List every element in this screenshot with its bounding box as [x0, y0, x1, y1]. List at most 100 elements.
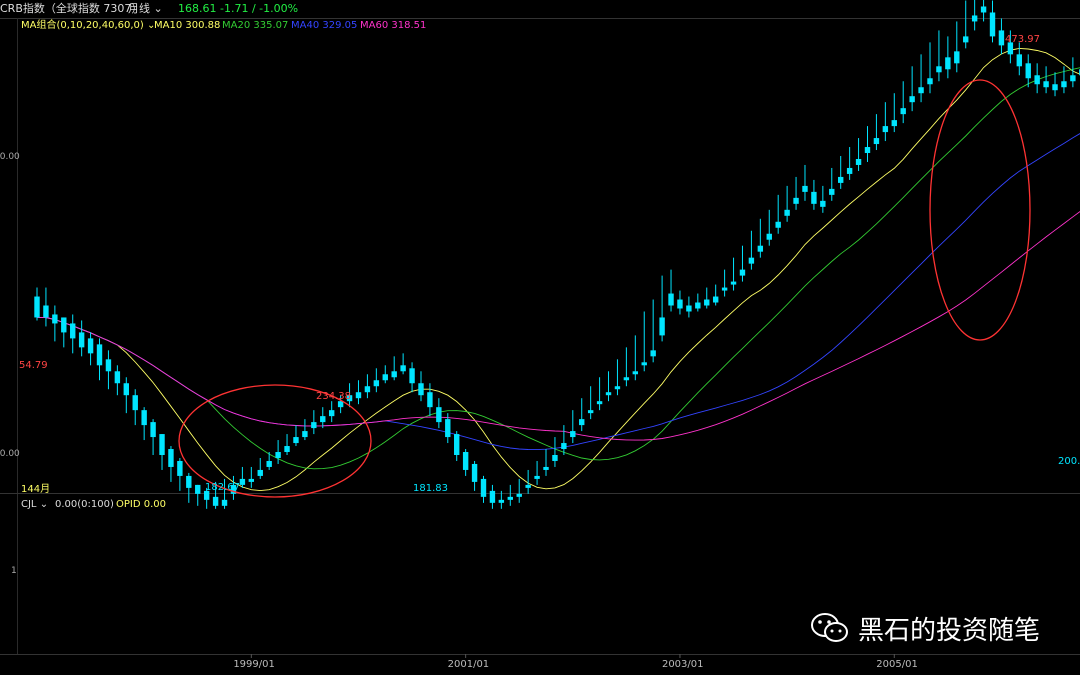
candle-down[interactable] — [445, 419, 451, 438]
candle-down[interactable] — [1025, 63, 1031, 79]
candle-down[interactable] — [1016, 54, 1022, 67]
candle-down[interactable] — [436, 407, 442, 423]
candle-down[interactable] — [561, 443, 567, 450]
candle-down[interactable] — [945, 57, 951, 70]
candle-down[interactable] — [266, 460, 272, 467]
candle-down[interactable] — [712, 296, 719, 303]
candle-down[interactable] — [123, 383, 129, 396]
candle-down[interactable] — [838, 176, 844, 183]
candle-down[interactable] — [775, 221, 781, 228]
candle-down[interactable] — [802, 185, 808, 192]
candle-down[interactable] — [543, 466, 549, 470]
candle-down[interactable] — [659, 317, 665, 336]
candle-down[interactable] — [382, 374, 388, 381]
candle-down[interactable] — [284, 446, 290, 453]
candle-down[interactable] — [96, 344, 103, 366]
candle-down[interactable] — [909, 96, 915, 103]
candle-down[interactable] — [605, 392, 612, 396]
candle-down[interactable] — [695, 302, 701, 309]
candle-down[interactable] — [766, 233, 772, 240]
candle-down[interactable] — [239, 478, 246, 485]
candle-down[interactable] — [534, 475, 540, 479]
candle-down[interactable] — [364, 386, 371, 393]
candle-down[interactable] — [784, 209, 790, 216]
candle-down[interactable] — [882, 126, 889, 133]
candle-down[interactable] — [739, 269, 746, 276]
candle-down[interactable] — [820, 200, 826, 207]
candle-down[interactable] — [427, 392, 433, 408]
candle-down[interactable] — [793, 197, 799, 204]
candle-down[interactable] — [668, 293, 674, 306]
candle-down[interactable] — [570, 431, 576, 438]
candle-down[interactable] — [257, 469, 263, 476]
candle-down[interactable] — [936, 66, 942, 73]
candle-down[interactable] — [596, 401, 603, 405]
candle-down[interactable] — [686, 305, 692, 312]
candle-down[interactable] — [87, 338, 94, 354]
candle-down[interactable] — [1061, 81, 1067, 88]
candle-down[interactable] — [114, 371, 121, 384]
candle-down[interactable] — [704, 299, 710, 306]
candle-down[interactable] — [971, 15, 978, 22]
candle-down[interactable] — [150, 422, 156, 438]
candle-down[interactable] — [418, 383, 424, 396]
candle-down[interactable] — [721, 287, 728, 291]
candle-down[interactable] — [293, 437, 299, 444]
candle-down[interactable] — [177, 460, 183, 476]
candle-down[interactable] — [614, 386, 621, 390]
candle-down[interactable] — [391, 371, 397, 378]
candle-down[interactable] — [52, 314, 58, 324]
candle-down[interactable] — [730, 281, 737, 285]
candle-down[interactable] — [954, 51, 960, 64]
candle-down[interactable] — [1034, 75, 1040, 85]
candle-down[interactable] — [105, 359, 112, 372]
candle-down[interactable] — [328, 410, 335, 417]
candle-down[interactable] — [302, 431, 308, 438]
candle-down[interactable] — [632, 371, 639, 375]
candle-down[interactable] — [873, 138, 880, 145]
candle-down[interactable] — [891, 120, 897, 127]
candle-down[interactable] — [400, 365, 406, 372]
candle-down[interactable] — [320, 416, 326, 423]
candle-down[interactable] — [409, 368, 415, 384]
candle-down[interactable] — [168, 449, 174, 467]
candle-down[interactable] — [623, 377, 630, 381]
candle-down[interactable] — [927, 78, 933, 85]
candle-down[interactable] — [195, 484, 201, 494]
candle-down[interactable] — [141, 410, 147, 426]
candle-down[interactable] — [1070, 75, 1076, 82]
candle-down[interactable] — [846, 167, 853, 174]
candle-down[interactable] — [70, 323, 76, 339]
candle-down[interactable] — [641, 362, 647, 366]
candle-down[interactable] — [579, 419, 585, 426]
candle-down[interactable] — [1043, 81, 1049, 88]
candle-down[interactable] — [311, 422, 317, 429]
candle-down[interactable] — [748, 257, 755, 264]
candle-down[interactable] — [275, 452, 281, 458]
candle-down[interactable] — [963, 36, 969, 43]
candle-down[interactable] — [811, 191, 817, 204]
candle-down[interactable] — [480, 478, 487, 497]
candle-down[interactable] — [355, 392, 362, 399]
candle-down[interactable] — [829, 188, 835, 195]
candle-down[interactable] — [186, 475, 192, 488]
indicator-select[interactable]: CJL ⌄ — [21, 497, 48, 513]
candle-down[interactable] — [248, 478, 255, 482]
candle-down[interactable] — [525, 484, 531, 488]
candle-down[interactable] — [552, 455, 558, 461]
candle-down[interactable] — [918, 87, 924, 94]
candle-down[interactable] — [855, 158, 862, 165]
candle-down[interactable] — [900, 108, 906, 115]
candle-down[interactable] — [587, 410, 594, 414]
candle-down[interactable] — [61, 317, 67, 333]
candle-down[interactable] — [864, 147, 871, 154]
candle-down[interactable] — [677, 299, 683, 309]
candle-down[interactable] — [337, 401, 344, 408]
candle-down[interactable] — [78, 332, 85, 348]
candle-down[interactable] — [454, 434, 460, 455]
candle-down[interactable] — [980, 6, 987, 13]
candle-down[interactable] — [1052, 84, 1058, 91]
candle-down[interactable] — [159, 434, 165, 455]
candle-down[interactable] — [462, 452, 469, 470]
candle-down[interactable] — [373, 380, 380, 387]
